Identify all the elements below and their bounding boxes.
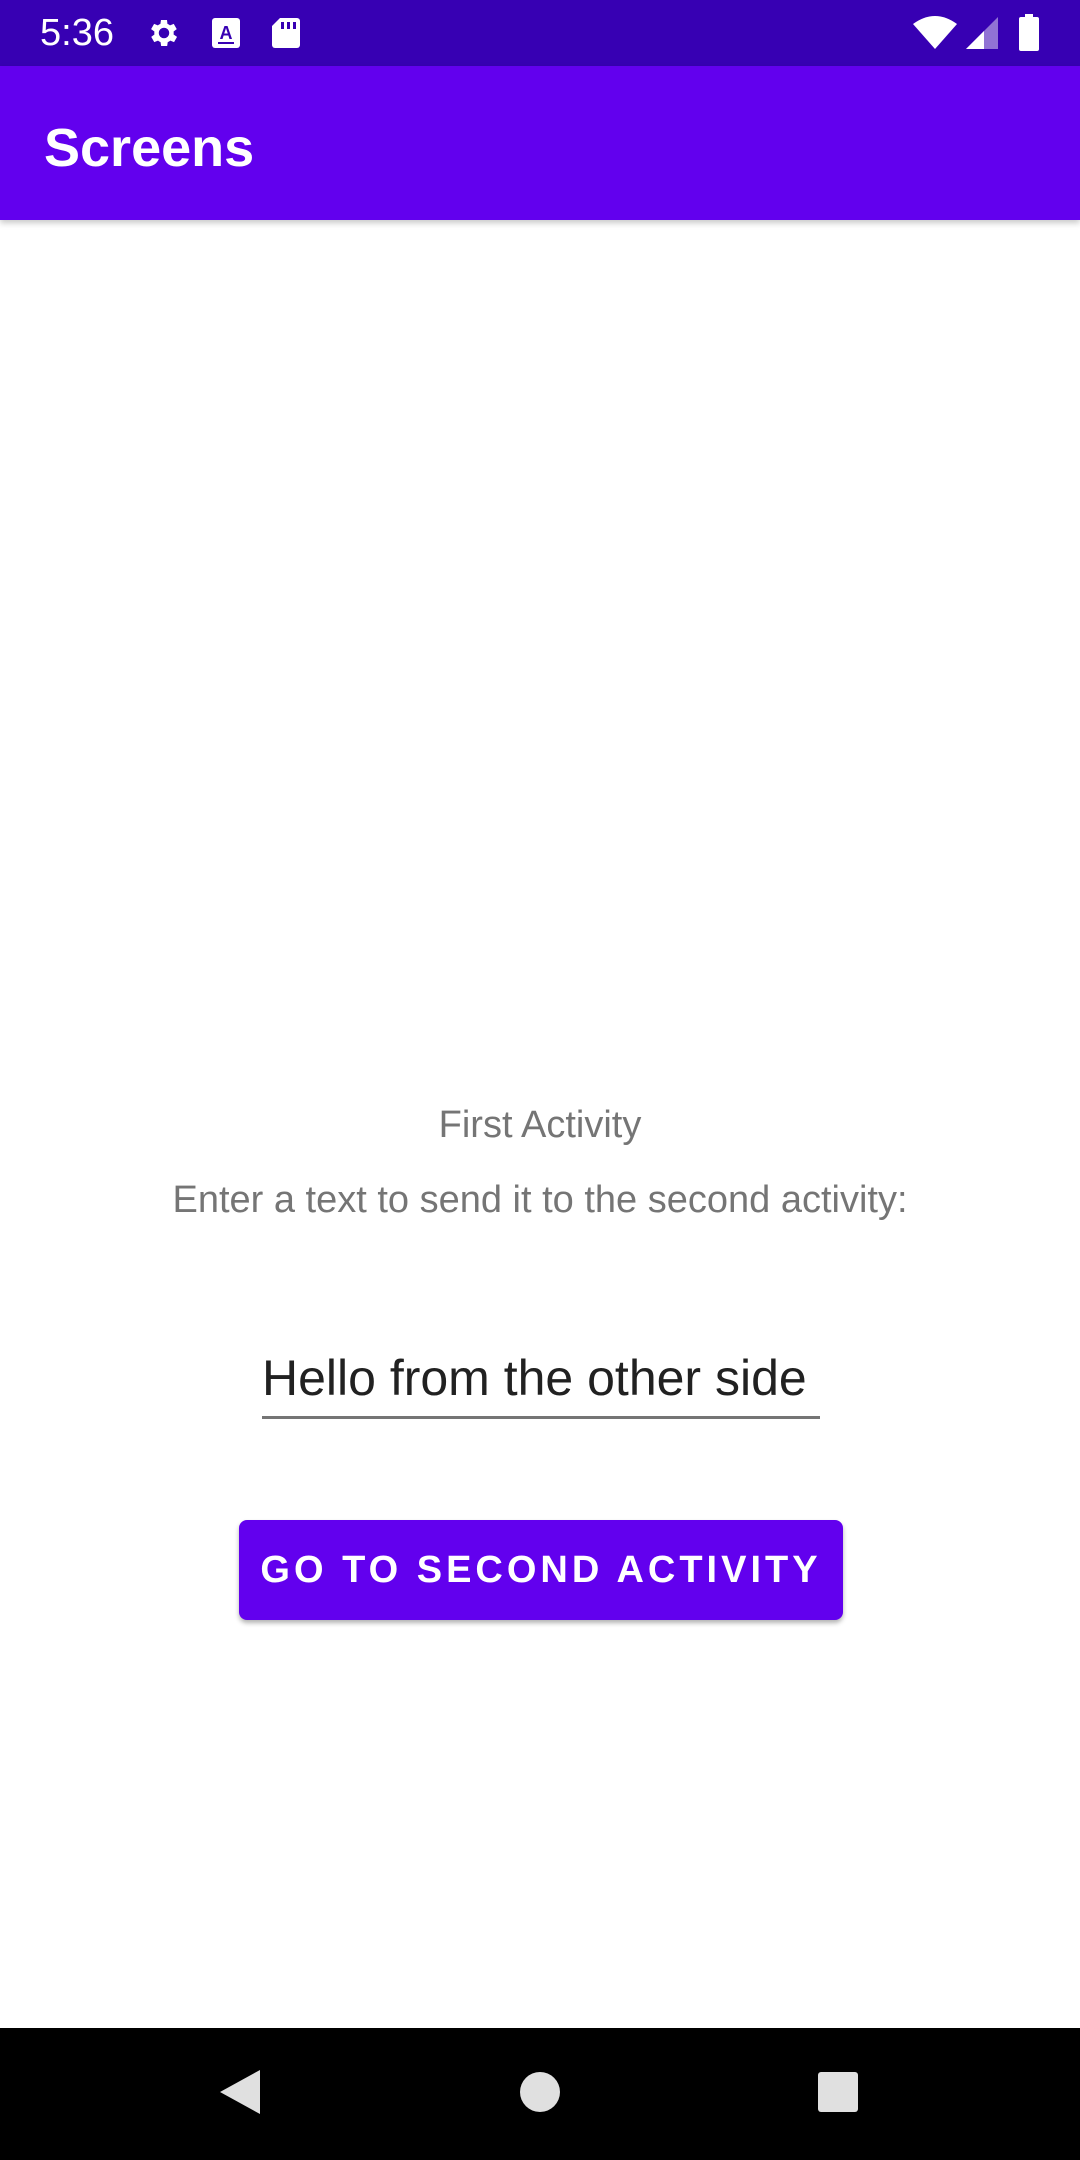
sd-card-icon <box>270 15 302 51</box>
status-time: 5:36 <box>40 12 114 54</box>
home-icon <box>519 2071 561 2118</box>
app-title: Screens <box>44 118 255 178</box>
battery-icon <box>1018 14 1040 52</box>
instruction-text: Enter a text to send it to the second ac… <box>172 1179 908 1221</box>
activity-title: First Activity <box>438 1104 642 1146</box>
back-icon <box>218 2068 262 2121</box>
go-to-second-activity-button[interactable]: GO TO SECOND ACTIVITY <box>239 1520 843 1620</box>
home-button[interactable] <box>490 2028 590 2160</box>
wifi-icon <box>912 16 958 50</box>
recents-button[interactable] <box>788 2028 888 2160</box>
button-label: GO TO SECOND ACTIVITY <box>260 1548 822 1591</box>
navigation-bar <box>0 2028 1080 2160</box>
recents-icon <box>817 2071 859 2118</box>
cell-signal-icon <box>964 16 1000 50</box>
status-bar: 5:36 A <box>0 0 1080 66</box>
settings-icon <box>146 15 182 51</box>
message-input[interactable] <box>262 1340 820 1419</box>
svg-text:A: A <box>220 23 233 43</box>
keyboard-a-icon: A <box>210 15 242 51</box>
app-bar: Screens <box>0 66 1080 220</box>
back-button[interactable] <box>190 2028 290 2160</box>
